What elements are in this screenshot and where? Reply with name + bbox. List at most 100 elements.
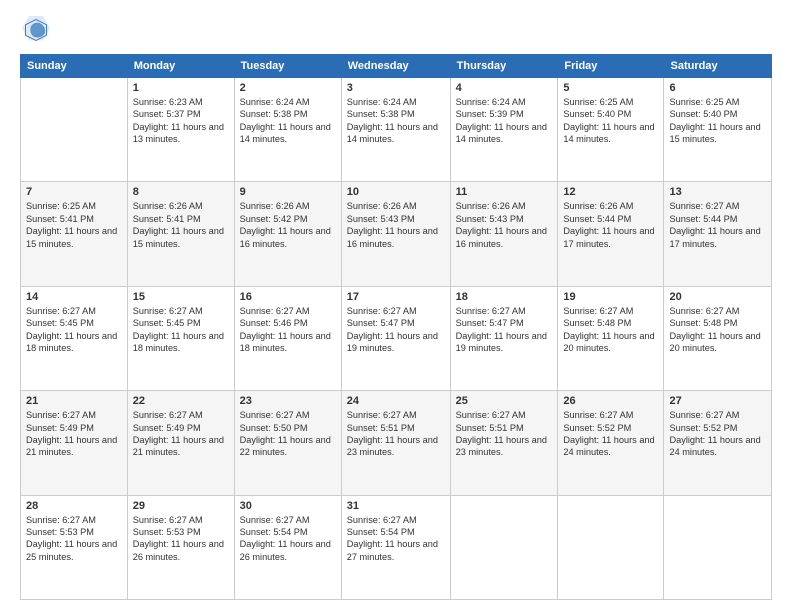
day-info: Sunrise: 6:27 AMSunset: 5:53 PMDaylight:… xyxy=(26,514,122,564)
calendar-cell: 28 Sunrise: 6:27 AMSunset: 5:53 PMDayligh… xyxy=(21,495,128,599)
calendar-week-row: 28 Sunrise: 6:27 AMSunset: 5:53 PMDayligh… xyxy=(21,495,772,599)
calendar-cell xyxy=(21,78,128,182)
calendar-cell: 26 Sunrise: 6:27 AMSunset: 5:52 PMDayligh… xyxy=(558,391,664,495)
calendar-cell xyxy=(450,495,558,599)
day-info: Sunrise: 6:26 AMSunset: 5:43 PMDaylight:… xyxy=(347,200,445,250)
calendar-cell: 9 Sunrise: 6:26 AMSunset: 5:42 PMDaylight… xyxy=(234,182,341,286)
day-number: 17 xyxy=(347,291,445,303)
day-number: 23 xyxy=(240,395,336,407)
day-info: Sunrise: 6:24 AMSunset: 5:38 PMDaylight:… xyxy=(347,96,445,146)
logo-icon xyxy=(22,16,50,44)
day-number: 27 xyxy=(669,395,766,407)
calendar-cell: 16 Sunrise: 6:27 AMSunset: 5:46 PMDayligh… xyxy=(234,286,341,390)
calendar-week-row: 7 Sunrise: 6:25 AMSunset: 5:41 PMDaylight… xyxy=(21,182,772,286)
day-info: Sunrise: 6:25 AMSunset: 5:40 PMDaylight:… xyxy=(669,96,766,146)
day-info: Sunrise: 6:27 AMSunset: 5:46 PMDaylight:… xyxy=(240,305,336,355)
day-info: Sunrise: 6:26 AMSunset: 5:44 PMDaylight:… xyxy=(563,200,658,250)
day-info: Sunrise: 6:27 AMSunset: 5:49 PMDaylight:… xyxy=(133,409,229,459)
day-info: Sunrise: 6:27 AMSunset: 5:44 PMDaylight:… xyxy=(669,200,766,250)
calendar-cell: 18 Sunrise: 6:27 AMSunset: 5:47 PMDayligh… xyxy=(450,286,558,390)
day-info: Sunrise: 6:27 AMSunset: 5:48 PMDaylight:… xyxy=(563,305,658,355)
day-number: 18 xyxy=(456,291,553,303)
calendar-cell xyxy=(664,495,772,599)
day-info: Sunrise: 6:27 AMSunset: 5:53 PMDaylight:… xyxy=(133,514,229,564)
day-number: 22 xyxy=(133,395,229,407)
day-number: 20 xyxy=(669,291,766,303)
day-info: Sunrise: 6:27 AMSunset: 5:51 PMDaylight:… xyxy=(347,409,445,459)
day-info: Sunrise: 6:27 AMSunset: 5:54 PMDaylight:… xyxy=(347,514,445,564)
day-number: 24 xyxy=(347,395,445,407)
day-info: Sunrise: 6:24 AMSunset: 5:38 PMDaylight:… xyxy=(240,96,336,146)
day-number: 11 xyxy=(456,186,553,198)
calendar-day-header: Monday xyxy=(127,55,234,78)
day-info: Sunrise: 6:24 AMSunset: 5:39 PMDaylight:… xyxy=(456,96,553,146)
day-number: 7 xyxy=(26,186,122,198)
calendar-cell: 3 Sunrise: 6:24 AMSunset: 5:38 PMDaylight… xyxy=(341,78,450,182)
day-number: 30 xyxy=(240,500,336,512)
day-info: Sunrise: 6:25 AMSunset: 5:41 PMDaylight:… xyxy=(26,200,122,250)
calendar-cell: 1Sunrise: 6:23 AMSunset: 5:37 PMDaylight… xyxy=(127,78,234,182)
day-number: 16 xyxy=(240,291,336,303)
calendar-week-row: 1Sunrise: 6:23 AMSunset: 5:37 PMDaylight… xyxy=(21,78,772,182)
calendar-cell: 20Sunrise: 6:27 AMSunset: 5:48 PMDayligh… xyxy=(664,286,772,390)
calendar-cell xyxy=(558,495,664,599)
calendar-table: SundayMondayTuesdayWednesdayThursdayFrid… xyxy=(20,54,772,600)
calendar-cell: 8 Sunrise: 6:26 AMSunset: 5:41 PMDaylight… xyxy=(127,182,234,286)
day-number: 3 xyxy=(347,82,445,94)
day-info: Sunrise: 6:25 AMSunset: 5:40 PMDaylight:… xyxy=(563,96,658,146)
day-info: Sunrise: 6:27 AMSunset: 5:45 PMDaylight:… xyxy=(26,305,122,355)
calendar-cell: 12Sunrise: 6:26 AMSunset: 5:44 PMDayligh… xyxy=(558,182,664,286)
header xyxy=(20,16,772,44)
calendar-cell: 21 Sunrise: 6:27 AMSunset: 5:49 PMDayligh… xyxy=(21,391,128,495)
day-number: 1 xyxy=(133,82,229,94)
calendar-cell: 10 Sunrise: 6:26 AMSunset: 5:43 PMDayligh… xyxy=(341,182,450,286)
calendar-cell: 22 Sunrise: 6:27 AMSunset: 5:49 PMDayligh… xyxy=(127,391,234,495)
day-info: Sunrise: 6:27 AMSunset: 5:50 PMDaylight:… xyxy=(240,409,336,459)
day-info: Sunrise: 6:27 AMSunset: 5:49 PMDaylight:… xyxy=(26,409,122,459)
calendar-cell: 11 Sunrise: 6:26 AMSunset: 5:43 PMDayligh… xyxy=(450,182,558,286)
calendar-cell: 6Sunrise: 6:25 AMSunset: 5:40 PMDaylight… xyxy=(664,78,772,182)
calendar-cell: 13 Sunrise: 6:27 AMSunset: 5:44 PMDayligh… xyxy=(664,182,772,286)
day-info: Sunrise: 6:26 AMSunset: 5:42 PMDaylight:… xyxy=(240,200,336,250)
day-number: 8 xyxy=(133,186,229,198)
day-info: Sunrise: 6:27 AMSunset: 5:51 PMDaylight:… xyxy=(456,409,553,459)
day-number: 15 xyxy=(133,291,229,303)
calendar-cell: 17 Sunrise: 6:27 AMSunset: 5:47 PMDayligh… xyxy=(341,286,450,390)
calendar-week-row: 14Sunrise: 6:27 AMSunset: 5:45 PMDayligh… xyxy=(21,286,772,390)
day-number: 19 xyxy=(563,291,658,303)
day-info: Sunrise: 6:27 AMSunset: 5:52 PMDaylight:… xyxy=(563,409,658,459)
day-info: Sunrise: 6:27 AMSunset: 5:47 PMDaylight:… xyxy=(456,305,553,355)
calendar-cell: 31Sunrise: 6:27 AMSunset: 5:54 PMDayligh… xyxy=(341,495,450,599)
day-info: Sunrise: 6:26 AMSunset: 5:43 PMDaylight:… xyxy=(456,200,553,250)
day-info: Sunrise: 6:27 AMSunset: 5:47 PMDaylight:… xyxy=(347,305,445,355)
day-number: 5 xyxy=(563,82,658,94)
day-info: Sunrise: 6:27 AMSunset: 5:52 PMDaylight:… xyxy=(669,409,766,459)
calendar-cell: 29 Sunrise: 6:27 AMSunset: 5:53 PMDayligh… xyxy=(127,495,234,599)
calendar-cell: 2Sunrise: 6:24 AMSunset: 5:38 PMDaylight… xyxy=(234,78,341,182)
calendar-day-header: Friday xyxy=(558,55,664,78)
calendar-cell: 7 Sunrise: 6:25 AMSunset: 5:41 PMDaylight… xyxy=(21,182,128,286)
calendar-day-header: Tuesday xyxy=(234,55,341,78)
calendar-day-header: Saturday xyxy=(664,55,772,78)
calendar-cell: 24 Sunrise: 6:27 AMSunset: 5:51 PMDayligh… xyxy=(341,391,450,495)
calendar-header-row: SundayMondayTuesdayWednesdayThursdayFrid… xyxy=(21,55,772,78)
day-info: Sunrise: 6:26 AMSunset: 5:41 PMDaylight:… xyxy=(133,200,229,250)
day-number: 25 xyxy=(456,395,553,407)
day-number: 29 xyxy=(133,500,229,512)
day-number: 4 xyxy=(456,82,553,94)
day-number: 9 xyxy=(240,186,336,198)
calendar-day-header: Sunday xyxy=(21,55,128,78)
calendar-week-row: 21 Sunrise: 6:27 AMSunset: 5:49 PMDayligh… xyxy=(21,391,772,495)
day-number: 21 xyxy=(26,395,122,407)
day-number: 28 xyxy=(26,500,122,512)
calendar-day-header: Thursday xyxy=(450,55,558,78)
calendar-cell: 4 Sunrise: 6:24 AMSunset: 5:39 PMDaylight… xyxy=(450,78,558,182)
page: SundayMondayTuesdayWednesdayThursdayFrid… xyxy=(0,0,792,612)
calendar-day-header: Wednesday xyxy=(341,55,450,78)
day-number: 13 xyxy=(669,186,766,198)
day-info: Sunrise: 6:27 AMSunset: 5:54 PMDaylight:… xyxy=(240,514,336,564)
calendar-cell: 30 Sunrise: 6:27 AMSunset: 5:54 PMDayligh… xyxy=(234,495,341,599)
day-number: 26 xyxy=(563,395,658,407)
day-info: Sunrise: 6:27 AMSunset: 5:45 PMDaylight:… xyxy=(133,305,229,355)
day-number: 10 xyxy=(347,186,445,198)
